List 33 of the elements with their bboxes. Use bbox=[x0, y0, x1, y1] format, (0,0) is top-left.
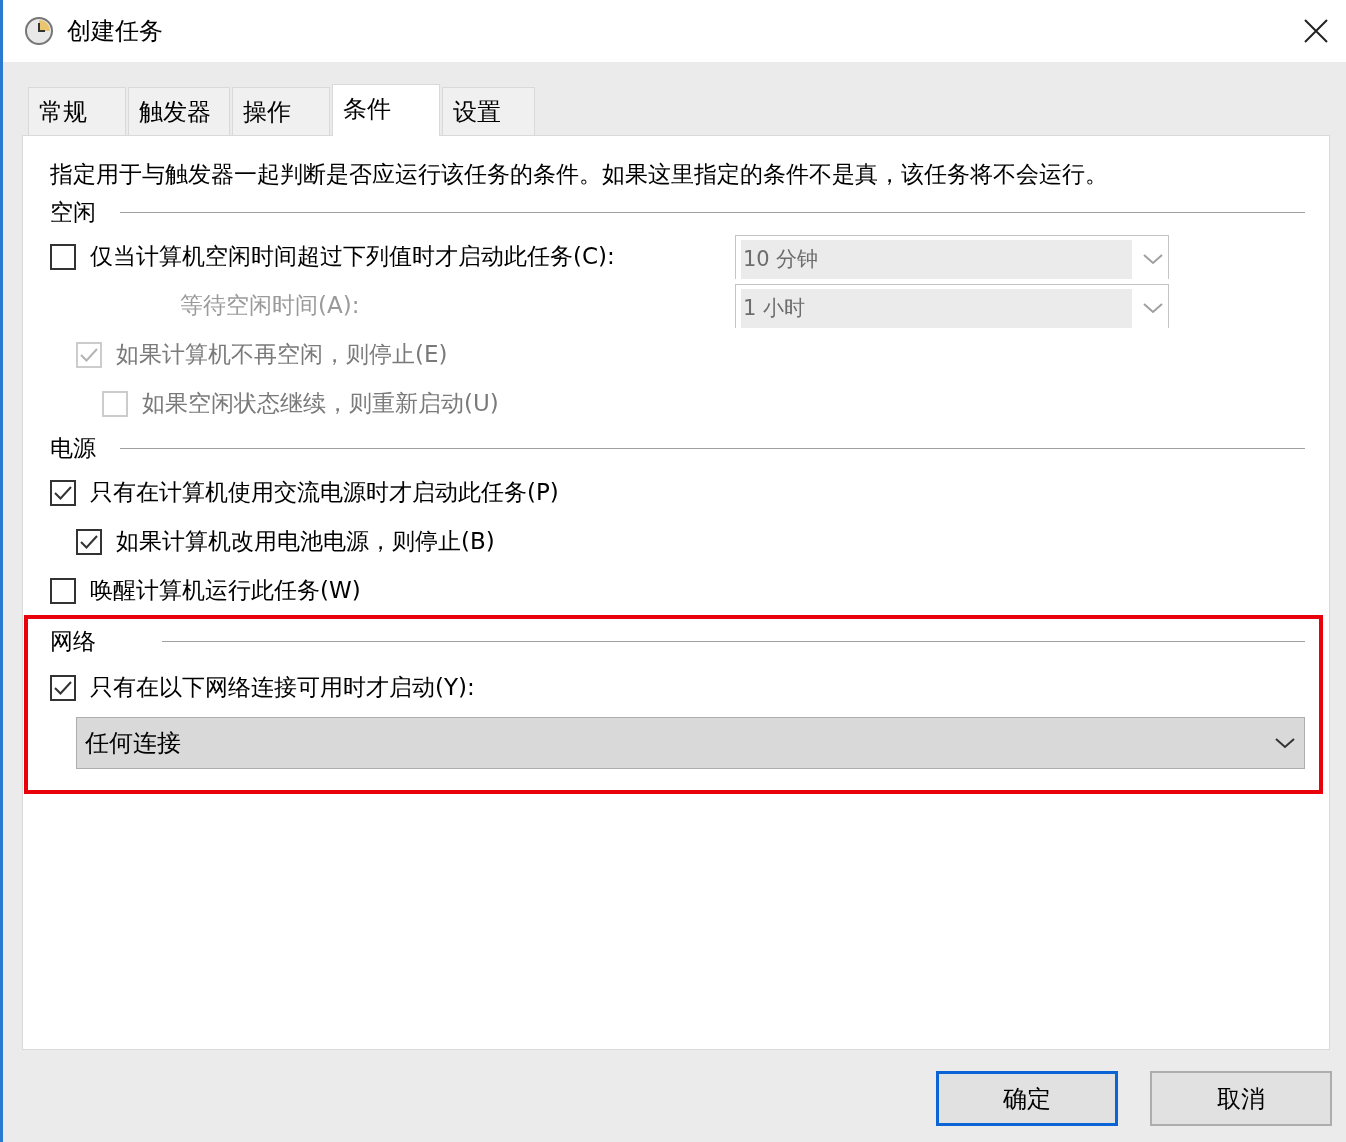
section-title: 电源 bbox=[50, 433, 96, 463]
tab[interactable]: 常规 bbox=[28, 87, 126, 135]
checkbox[interactable] bbox=[76, 528, 102, 555]
checkbox-label[interactable]: 唤醒计算机运行此任务(W) bbox=[90, 575, 361, 606]
tab[interactable]: 操作 bbox=[232, 87, 330, 135]
tab[interactable]: 条件 bbox=[332, 84, 440, 136]
check-icon bbox=[79, 346, 99, 363]
dropdown[interactable]: 任何连接 bbox=[76, 717, 1305, 769]
checkbox-label[interactable]: 仅当计算机空闲时间超过下列值时才启动此任务(C): bbox=[90, 241, 615, 272]
chevron-down-icon bbox=[1142, 252, 1164, 266]
checkbox[interactable] bbox=[50, 577, 76, 604]
check-icon bbox=[79, 533, 99, 550]
tab[interactable]: 设置 bbox=[442, 87, 535, 135]
chevron-down-icon bbox=[1142, 301, 1164, 315]
close-icon bbox=[1303, 18, 1329, 44]
check-icon bbox=[53, 679, 73, 696]
checkbox-label[interactable]: 只有在计算机使用交流电源时才启动此任务(P) bbox=[90, 477, 559, 508]
checkbox-label[interactable]: 只有在以下网络连接可用时才启动(Y): bbox=[90, 672, 475, 703]
clock-icon bbox=[24, 16, 54, 46]
checkbox[interactable] bbox=[50, 243, 76, 270]
field-label: 等待空闲时间(A): bbox=[180, 291, 360, 320]
description: 指定用于与触发器一起判断是否应运行该任务的条件。如果这里指定的条件不是真，该任务将不会运行。 bbox=[50, 159, 1109, 189]
dialog-button[interactable]: 确定 bbox=[936, 1071, 1118, 1126]
check-icon bbox=[53, 484, 73, 501]
section-title: 网络 bbox=[50, 626, 96, 656]
section-title: 空闲 bbox=[50, 197, 96, 227]
checkbox[interactable] bbox=[50, 479, 76, 506]
chevron-down-icon bbox=[1274, 736, 1296, 750]
dialog-button[interactable]: 取消 bbox=[1150, 1071, 1332, 1126]
tab[interactable]: 触发器 bbox=[128, 87, 230, 135]
checkbox-label[interactable]: 如果计算机改用电池电源，则停止(B) bbox=[116, 526, 495, 557]
checkbox[interactable] bbox=[50, 674, 76, 701]
window-title: 创建任务 bbox=[67, 16, 163, 47]
